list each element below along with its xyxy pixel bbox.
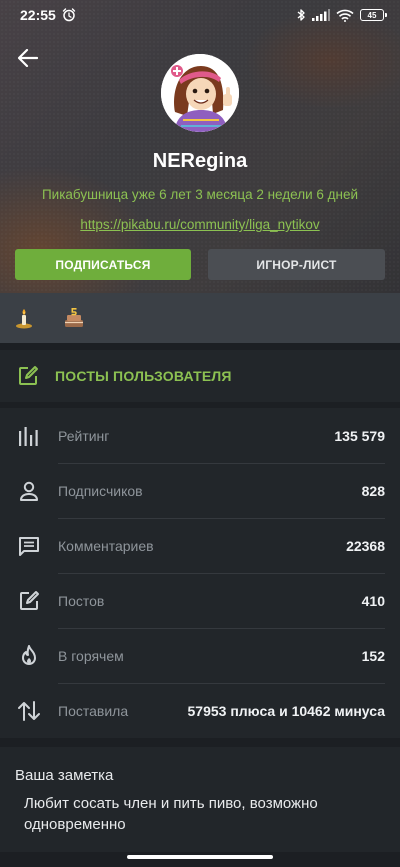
up-down-arrows-icon xyxy=(16,698,42,724)
stat-value: 828 xyxy=(361,482,385,499)
status-time: 22:55 xyxy=(20,7,56,23)
stat-value: 152 xyxy=(361,647,385,664)
cake-5-award-icon[interactable] xyxy=(62,306,86,330)
stat-subscribers[interactable]: Подписчиков 828 xyxy=(0,463,400,518)
back-button[interactable] xyxy=(14,44,42,72)
stat-value: 135 579 xyxy=(334,427,385,444)
stat-label: Постов xyxy=(58,592,105,609)
stat-value: 410 xyxy=(361,592,385,609)
alarm-icon xyxy=(62,8,76,22)
stat-rating: Рейтинг 135 579 xyxy=(0,408,400,463)
person-icon xyxy=(16,478,42,504)
username: NERegina xyxy=(152,150,248,172)
subscribe-button[interactable]: ПОДПИСАТЬСЯ xyxy=(15,249,191,280)
stat-votes: Поставила 57953 плюса и 10462 минуса xyxy=(0,683,400,738)
battery-icon: 45 xyxy=(360,9,387,21)
wifi-icon xyxy=(336,9,354,22)
stat-label: Подписчиков xyxy=(58,482,143,499)
stat-label: Комментариев xyxy=(58,537,154,554)
home-indicator[interactable] xyxy=(127,855,273,859)
user-posts-link[interactable]: ПОСТЫ ПОЛЬЗОВАТЕЛЯ xyxy=(0,350,400,402)
user-note[interactable]: Ваша заметка Любит сосать член и пить пи… xyxy=(0,747,400,852)
signal-icon xyxy=(312,9,330,21)
edit-icon xyxy=(16,588,42,614)
edit-icon xyxy=(19,366,38,385)
arrow-left-icon xyxy=(18,49,38,67)
stats-list: Рейтинг 135 579 Подписчиков 828 Коммента… xyxy=(0,408,400,738)
status-bar: 22:55 45 xyxy=(0,0,400,30)
stat-value: 22368 xyxy=(346,537,385,554)
note-title: Ваша заметка xyxy=(15,767,114,784)
avatar-image xyxy=(161,54,239,132)
candle-award-icon[interactable] xyxy=(12,306,36,330)
stat-comments[interactable]: Комментариев 22368 xyxy=(0,518,400,573)
stat-posts[interactable]: Постов 410 xyxy=(0,573,400,628)
note-text: Любит сосать член и пить пиво, возможно … xyxy=(24,795,318,833)
stat-label: В горячем xyxy=(58,647,124,664)
avatar[interactable] xyxy=(161,54,239,132)
ignore-list-button[interactable]: ИГНОР-ЛИСТ xyxy=(208,249,385,280)
stat-value: 57953 плюса и 10462 минуса xyxy=(187,702,386,719)
comment-icon xyxy=(16,533,42,559)
tenure-text: Пикабушница уже 6 лет 3 месяца 2 недели … xyxy=(41,187,359,202)
flame-icon xyxy=(16,643,42,669)
bar-chart-icon xyxy=(16,423,42,449)
stat-label: Рейтинг xyxy=(58,427,110,444)
bluetooth-icon xyxy=(297,9,305,21)
stat-hot[interactable]: В горячем 152 xyxy=(0,628,400,683)
profile-link[interactable]: https://pikabu.ru/community/liga_nytikov xyxy=(0,217,400,232)
profile-header: NERegina Пикабушница уже 6 лет 3 месяца … xyxy=(0,0,400,293)
awards-row xyxy=(0,293,400,343)
user-posts-label: ПОСТЫ ПОЛЬЗОВАТЕЛЯ xyxy=(55,368,232,384)
stat-label: Поставила xyxy=(58,702,129,719)
